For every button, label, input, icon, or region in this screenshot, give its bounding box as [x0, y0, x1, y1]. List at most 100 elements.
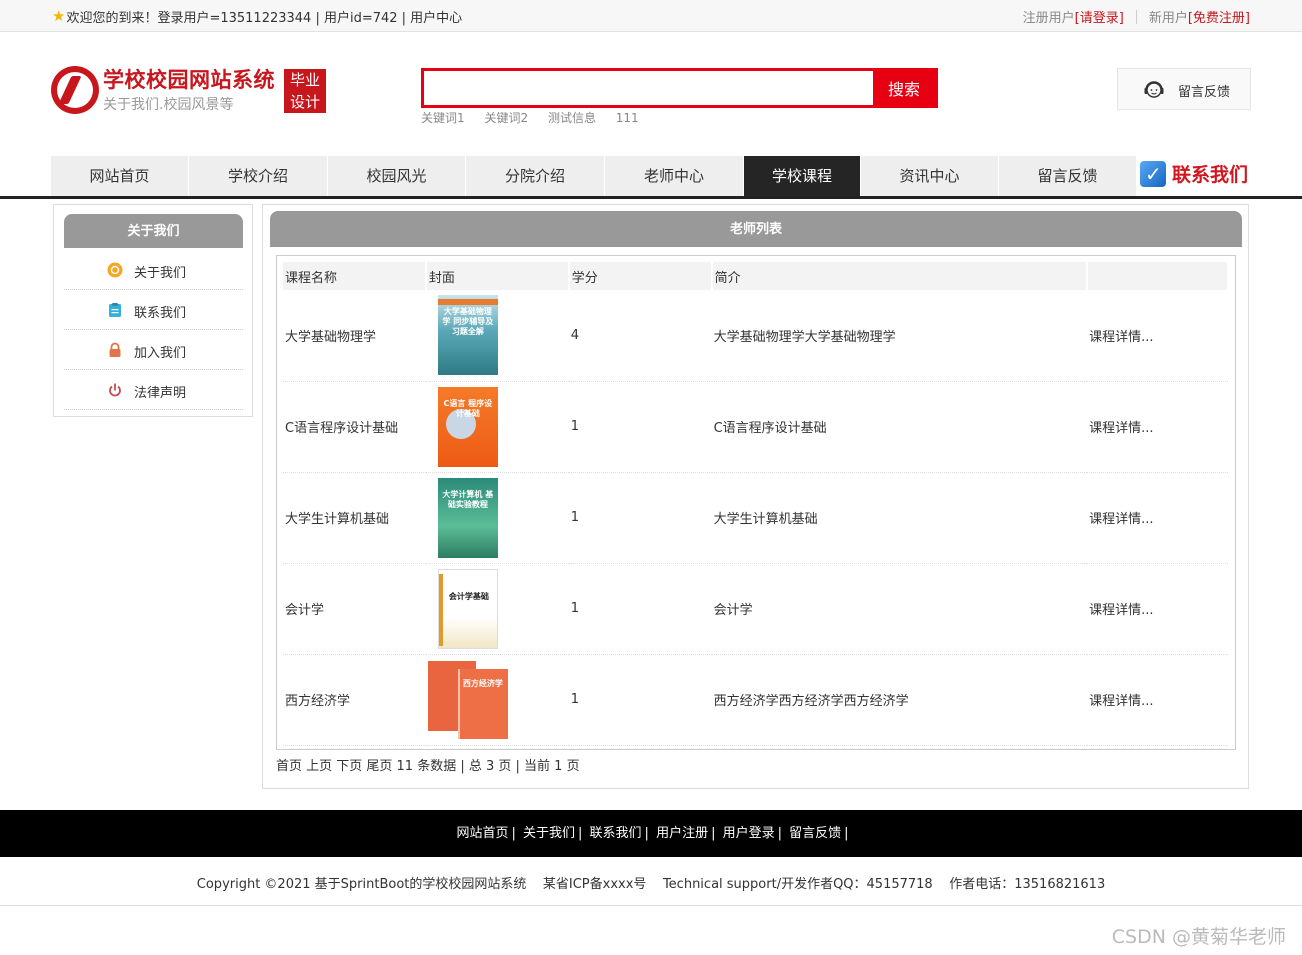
account-links: 注册用户 [请登录] 新用户 [免费注册] [1023, 7, 1250, 26]
course-detail-link[interactable]: 课程详情... [1087, 381, 1228, 473]
free-register-link[interactable]: [免费注册] [1188, 7, 1250, 26]
nav-item-courses[interactable]: 学校课程 [744, 156, 861, 196]
course-cover-cell: 大学计算机 基础实验教程 [425, 472, 569, 564]
divider [1135, 9, 1137, 24]
lock-icon [109, 342, 121, 357]
course-detail-link[interactable]: 课程详情... [1087, 654, 1228, 746]
course-intro: 大学生计算机基础 [711, 472, 1088, 564]
course-name: 会计学 [283, 563, 426, 655]
footer-link-about[interactable]: 关于我们 [523, 826, 575, 841]
cover-title: 大学基础物理学 同步辅导及习题全解 [442, 307, 494, 337]
search-input[interactable] [424, 71, 876, 105]
course-cover-image[interactable]: 大学计算机 基础实验教程 [437, 477, 498, 558]
panel-title: 老师列表 [270, 211, 1242, 247]
hot-keyword-link[interactable]: 关键词2 [484, 111, 528, 125]
course-credit: 1 [568, 381, 712, 473]
course-credit: 1 [568, 472, 712, 564]
hot-keywords: 关键词1 关键词2 测试信息 111 [421, 109, 655, 126]
footer-link-contact[interactable]: 联系我们 [590, 826, 642, 841]
sidebar-item-label: 关于我们 [134, 266, 187, 281]
column-header-name: 课程名称 [283, 262, 427, 290]
course-detail-link[interactable]: 课程详情... [1087, 563, 1228, 655]
column-header-intro: 简介 [711, 262, 1089, 290]
badge-line-2: 设计 [289, 93, 320, 111]
sidebar-item-label: 法律声明 [134, 386, 187, 401]
sidebar-item-about[interactable]: 关于我们 [64, 250, 243, 290]
table-row: 大学生计算机基础 大学计算机 基础实验教程 1 大学生计算机基础 课程详情... [283, 472, 1228, 564]
search-box: 搜索 [421, 68, 938, 108]
course-intro: 西方经济学西方经济学西方经济学 [711, 654, 1088, 746]
course-intro: 大学基础物理学大学基础物理学 [711, 290, 1088, 382]
sidebar-item-join[interactable]: 加入我们 [64, 330, 243, 370]
footer-link-feedback[interactable]: 留言反馈 [789, 826, 841, 841]
footer-divider [0, 905, 1302, 906]
feedback-button[interactable]: 留言反馈 [1117, 68, 1251, 110]
table-row: C语言程序设计基础 C语言 程序设计基础 1 C语言程序设计基础 课程详情... [283, 381, 1228, 473]
course-cover-image[interactable]: 大学基础物理学 同步辅导及习题全解 [437, 295, 498, 376]
footer-link-login[interactable]: 用户登录 [723, 826, 775, 841]
login-link[interactable]: [请登录] [1075, 7, 1124, 26]
sidebar-item-label: 加入我们 [134, 346, 187, 361]
cover-title: C语言 程序设计基础 [443, 398, 493, 418]
course-credit: 1 [568, 654, 712, 746]
hot-keyword-link[interactable]: 111 [616, 111, 639, 125]
column-header-action [1087, 262, 1229, 290]
checkbox-icon [1140, 160, 1166, 187]
column-header-credit: 学分 [568, 262, 713, 290]
nav-item-feedback[interactable]: 留言反馈 [999, 156, 1137, 196]
sidebar-list: 关于我们 联系我们 加入我们 法律声明 [64, 250, 243, 410]
hot-keyword-link[interactable]: 测试信息 [548, 111, 596, 125]
course-cover-image[interactable]: 西方经济学 [427, 660, 508, 739]
register-user-label: 注册用户 [1022, 11, 1075, 26]
table-row: 西方经济学 西方经济学 1 西方经济学西方经济学西方经济学 课程详情... [283, 654, 1228, 746]
hot-keyword-link[interactable]: 关键词1 [421, 111, 465, 125]
course-credit: 4 [568, 290, 712, 382]
footer-link-home[interactable]: 网站首页 [456, 826, 508, 841]
course-detail-link[interactable]: 课程详情... [1087, 472, 1228, 564]
course-name: C语言程序设计基础 [283, 381, 426, 473]
course-cover-image[interactable]: 会计学基础 [437, 568, 498, 649]
main-nav: 网站首页 学校介绍 校园风光 分院介绍 老师中心 学校课程 资讯中心 留言反馈 [51, 156, 1137, 196]
pagination[interactable]: 首页 上页 下页 尾页 11 条数据 | 总 3 页 | 当前 1 页 [276, 755, 580, 774]
nav-item-campus-scenery[interactable]: 校园风光 [328, 156, 466, 196]
cover-title: 大学计算机 基础实验教程 [442, 489, 494, 509]
site-logo[interactable] [51, 66, 99, 114]
column-header-cover: 封面 [425, 262, 570, 290]
course-name: 大学基础物理学 [283, 290, 426, 382]
course-cover-cell: 会计学基础 [425, 563, 569, 655]
table-row: 大学基础物理学 大学基础物理学 同步辅导及习题全解 4 大学基础物理学大学基础物… [283, 290, 1228, 382]
course-detail-link[interactable]: 课程详情... [1087, 290, 1228, 382]
table-header-row: 课程名称 封面 学分 简介 [283, 262, 1229, 290]
top-bar: ★ 欢迎您的到来！登录用户=13511223344 | 用户id=742 | 用… [0, 0, 1302, 32]
course-table: 课程名称 封面 学分 简介 大学基础物理学 大学基础物理学 同步辅导及习题全解 [283, 262, 1229, 746]
contact-us-link[interactable]: 联系我们 [1140, 160, 1248, 187]
sidebar-title: 关于我们 [64, 214, 243, 248]
watermark: CSDN @黄菊华老师 [1111, 926, 1286, 948]
course-credit: 1 [568, 563, 712, 655]
table-row: 会计学 会计学基础 1 会计学 课程详情... [283, 563, 1228, 655]
course-intro: C语言程序设计基础 [711, 381, 1088, 473]
sidebar-item-legal[interactable]: 法律声明 [64, 370, 243, 410]
welcome-label[interactable]: 欢迎您的到来！登录用户=13511223344 | 用户id=742 | 用户中… [66, 7, 462, 26]
nav-item-home[interactable]: 网站首页 [51, 156, 189, 196]
copyright-text: Copyright ©2021 基于SprintBoot的学校校园网站系统 某省… [196, 877, 1106, 892]
search-button[interactable]: 搜索 [873, 71, 935, 105]
footer-link-register[interactable]: 用户注册 [656, 826, 708, 841]
sidebar-item-contact[interactable]: 联系我们 [64, 290, 243, 330]
nav-divider [0, 196, 1302, 199]
feedback-label: 留言反馈 [1178, 85, 1231, 100]
nav-item-school-intro[interactable]: 学校介绍 [189, 156, 328, 196]
sidebar: 关于我们 关于我们 联系我们 加入我们 法律声明 [53, 204, 253, 417]
badge-line-1: 毕业 [289, 71, 320, 89]
footer-nav: 网站首页 | 关于我们 | 联系我们 | 用户注册 | 用户登录 | 留言反馈 | [0, 810, 1302, 857]
graduation-design-badge: 毕业 设计 [284, 69, 326, 113]
course-cover-image[interactable]: C语言 程序设计基础 [437, 386, 498, 467]
nav-item-news[interactable]: 资讯中心 [861, 156, 999, 196]
nav-item-branch-intro[interactable]: 分院介绍 [466, 156, 605, 196]
new-user-label: 新用户 [1148, 11, 1188, 26]
course-table-box: 课程名称 封面 学分 简介 大学基础物理学 大学基础物理学 同步辅导及习题全解 [276, 255, 1236, 750]
site-title: 学校校园网站系统 [103, 68, 275, 92]
clipboard-icon [109, 303, 121, 317]
nav-item-teacher-center[interactable]: 老师中心 [605, 156, 744, 196]
sidebar-item-label: 联系我们 [134, 306, 187, 321]
